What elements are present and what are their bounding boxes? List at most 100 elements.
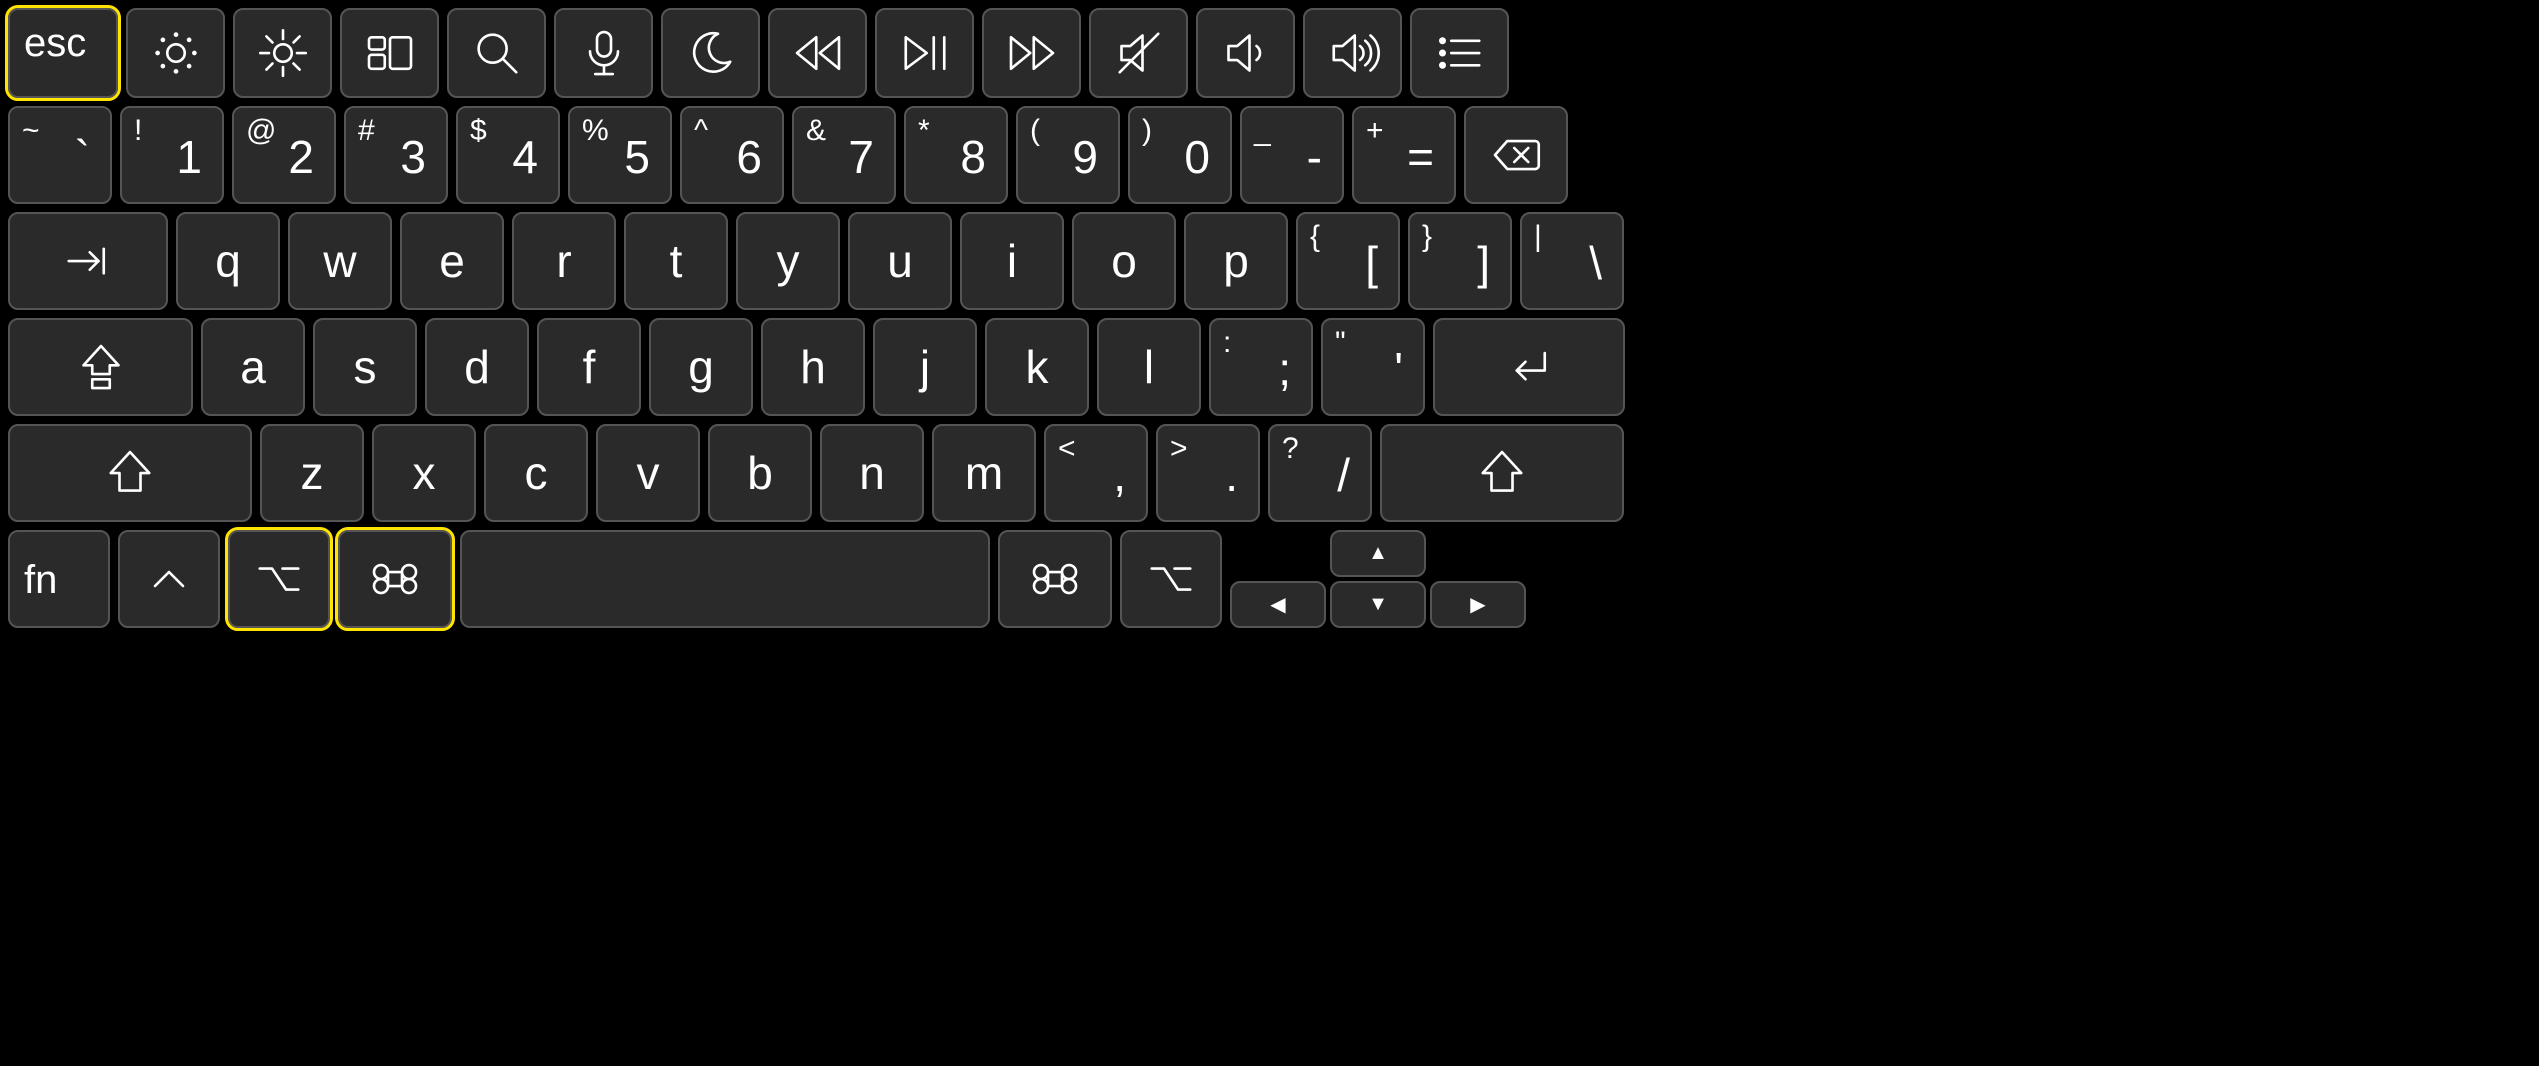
arrow-right-key[interactable]: ▶ xyxy=(1430,581,1526,628)
f8-play-pause-key[interactable] xyxy=(875,8,974,98)
virtual-keyboard: esc xyxy=(8,8,2531,628)
key-equals[interactable]: + = xyxy=(1352,106,1456,204)
key-m[interactable]: m xyxy=(932,424,1036,522)
key-r[interactable]: r xyxy=(512,212,616,310)
key-left-bracket[interactable]: { [ xyxy=(1296,212,1400,310)
key-5[interactable]: % 5 xyxy=(568,106,672,204)
space-key[interactable] xyxy=(460,530,990,628)
list-icon xyxy=(1432,25,1488,81)
f5-mic-key[interactable] xyxy=(554,8,653,98)
shift-icon xyxy=(102,445,158,501)
backspace-icon xyxy=(1488,127,1544,183)
return-icon xyxy=(1501,339,1557,395)
key-7[interactable]: & 7 xyxy=(792,106,896,204)
f1-brightness-down-key[interactable] xyxy=(126,8,225,98)
key-q[interactable]: q xyxy=(176,212,280,310)
option-icon xyxy=(251,551,307,607)
esc-label: esc xyxy=(24,21,86,66)
f10-mute-key[interactable] xyxy=(1089,8,1188,98)
key-c[interactable]: c xyxy=(484,424,588,522)
key-backtick[interactable]: ~ ` xyxy=(8,106,112,204)
key-j[interactable]: j xyxy=(873,318,977,416)
return-key[interactable] xyxy=(1433,318,1625,416)
fast-forward-icon xyxy=(1004,25,1060,81)
key-p[interactable]: p xyxy=(1184,212,1288,310)
f3-mission-control-key[interactable] xyxy=(340,8,439,98)
key-a[interactable]: a xyxy=(201,318,305,416)
brightness-up-icon xyxy=(255,25,311,81)
arrow-down-key[interactable]: ▼ xyxy=(1330,581,1426,628)
key-t[interactable]: t xyxy=(624,212,728,310)
key-1[interactable]: ! 1 xyxy=(120,106,224,204)
key-l[interactable]: l xyxy=(1097,318,1201,416)
key-3[interactable]: # 3 xyxy=(344,106,448,204)
backspace-key[interactable] xyxy=(1464,106,1568,204)
key-w[interactable]: w xyxy=(288,212,392,310)
command-icon xyxy=(367,551,423,607)
key-k[interactable]: k xyxy=(985,318,1089,416)
key-f[interactable]: f xyxy=(537,318,641,416)
key-s[interactable]: s xyxy=(313,318,417,416)
key-z[interactable]: z xyxy=(260,424,364,522)
option-right-key[interactable] xyxy=(1120,530,1222,628)
f11-volume-down-key[interactable] xyxy=(1196,8,1295,98)
command-icon xyxy=(1027,551,1083,607)
brightness-down-icon xyxy=(148,25,204,81)
mission-control-icon xyxy=(362,25,418,81)
f9-fast-forward-key[interactable] xyxy=(982,8,1081,98)
key-4[interactable]: $ 4 xyxy=(456,106,560,204)
key-h[interactable]: h xyxy=(761,318,865,416)
control-key[interactable] xyxy=(118,530,220,628)
key-u[interactable]: u xyxy=(848,212,952,310)
arrow-up-icon: ▲ xyxy=(1368,542,1388,565)
key-g[interactable]: g xyxy=(649,318,753,416)
f13-list-key[interactable] xyxy=(1410,8,1509,98)
key-9[interactable]: ( 9 xyxy=(1016,106,1120,204)
key-minus[interactable]: _ - xyxy=(1240,106,1344,204)
caps-lock-key[interactable] xyxy=(8,318,193,416)
key-8[interactable]: * 8 xyxy=(904,106,1008,204)
key-quote[interactable]: " ' xyxy=(1321,318,1425,416)
moon-icon xyxy=(683,25,739,81)
key-y[interactable]: y xyxy=(736,212,840,310)
key-x[interactable]: x xyxy=(372,424,476,522)
option-icon xyxy=(1143,551,1199,607)
f6-dnd-key[interactable] xyxy=(661,8,760,98)
key-b[interactable]: b xyxy=(708,424,812,522)
f2-brightness-up-key[interactable] xyxy=(233,8,332,98)
key-0[interactable]: ) 0 xyxy=(1128,106,1232,204)
play-pause-icon xyxy=(897,25,953,81)
key-i[interactable]: i xyxy=(960,212,1064,310)
key-semicolon[interactable]: : ; xyxy=(1209,318,1313,416)
key-n[interactable]: n xyxy=(820,424,924,522)
key-6[interactable]: ^ 6 xyxy=(680,106,784,204)
esc-key[interactable]: esc xyxy=(8,8,118,98)
key-v[interactable]: v xyxy=(596,424,700,522)
arrow-down-icon: ▼ xyxy=(1368,593,1388,616)
caps-lock-icon xyxy=(73,339,129,395)
key-2[interactable]: @ 2 xyxy=(232,106,336,204)
key-period[interactable]: > . xyxy=(1156,424,1260,522)
shift-left-key[interactable] xyxy=(8,424,252,522)
key-comma[interactable]: < , xyxy=(1044,424,1148,522)
option-left-key[interactable] xyxy=(228,530,330,628)
key-slash[interactable]: ? / xyxy=(1268,424,1372,522)
f4-search-key[interactable] xyxy=(447,8,546,98)
number-row: ~ ` ! 1 @ 2 # 3 $ 4 % 5 ^ 6 & 7 xyxy=(8,106,2531,204)
key-backslash[interactable]: | \ xyxy=(1520,212,1624,310)
key-right-bracket[interactable]: } ] xyxy=(1408,212,1512,310)
bottom-row: fn xyxy=(8,530,2531,628)
f7-rewind-key[interactable] xyxy=(768,8,867,98)
command-left-key[interactable] xyxy=(338,530,452,628)
volume-down-icon xyxy=(1218,25,1274,81)
tab-key[interactable] xyxy=(8,212,168,310)
command-right-key[interactable] xyxy=(998,530,1112,628)
key-e[interactable]: e xyxy=(400,212,504,310)
fn-key[interactable]: fn xyxy=(8,530,110,628)
key-o[interactable]: o xyxy=(1072,212,1176,310)
f12-volume-up-key[interactable] xyxy=(1303,8,1402,98)
arrow-left-key[interactable]: ◀ xyxy=(1230,581,1326,628)
key-d[interactable]: d xyxy=(425,318,529,416)
arrow-up-key[interactable]: ▲ xyxy=(1330,530,1426,577)
shift-right-key[interactable] xyxy=(1380,424,1624,522)
